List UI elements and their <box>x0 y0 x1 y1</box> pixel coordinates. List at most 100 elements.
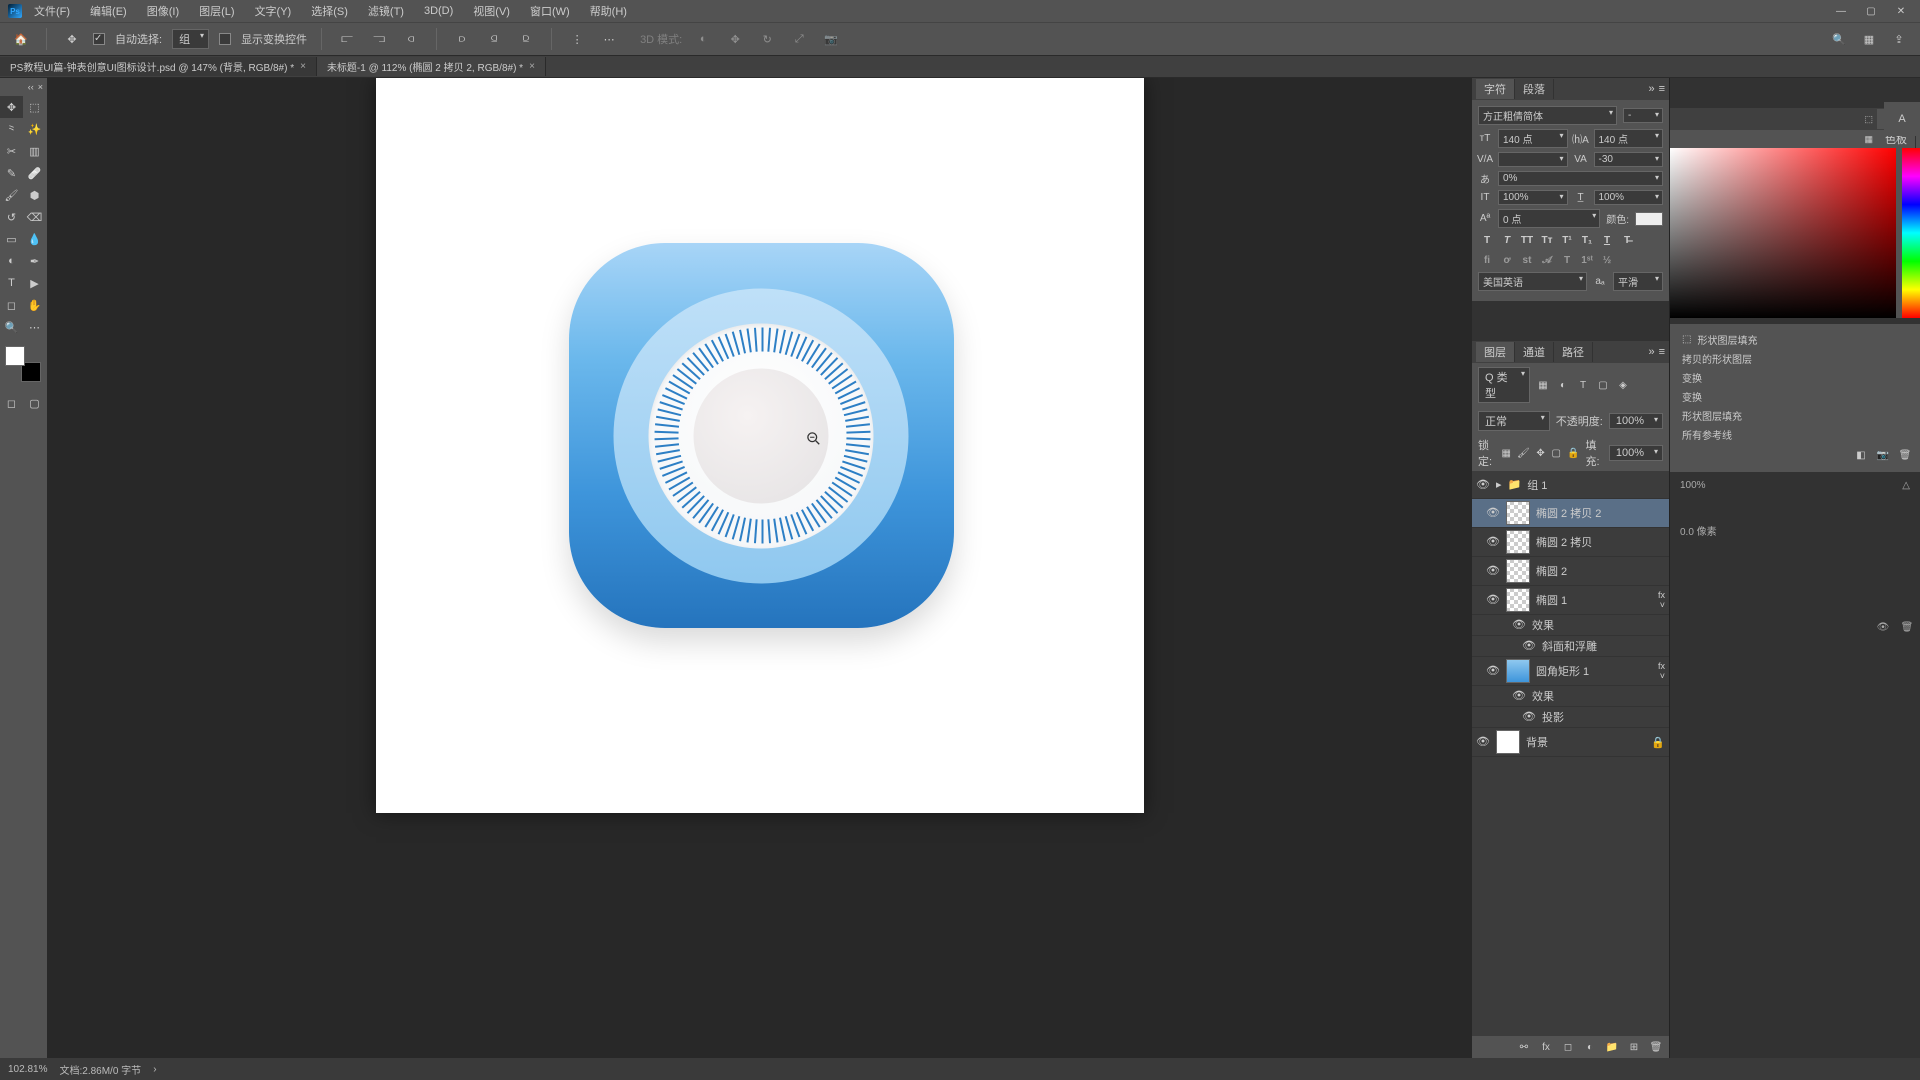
vscale-input[interactable]: 100% <box>1498 190 1568 205</box>
edit-toolbar[interactable]: ⋯ <box>23 316 46 338</box>
kerning-input[interactable] <box>1498 152 1568 167</box>
align-hcenter-icon[interactable]: ⫎ <box>368 28 390 50</box>
visibility-icon[interactable]: 👁 <box>1522 710 1536 724</box>
visibility-icon[interactable]: 👁 <box>1476 478 1490 492</box>
menu-3d[interactable]: 3D(D) <box>416 3 461 19</box>
ot-ordinal-button[interactable]: 1ˢᵗ <box>1578 252 1596 268</box>
text-color-swatch[interactable] <box>1635 212 1663 226</box>
quickmask-tool[interactable]: ◻ <box>0 392 23 414</box>
workspace-icon[interactable]: ▦ <box>1858 28 1880 50</box>
allcaps-button[interactable]: TT <box>1518 232 1536 248</box>
character-panel-icon[interactable]: A <box>1891 108 1913 130</box>
align-vcenter-icon[interactable]: ⫑ <box>483 28 505 50</box>
layer-fx-icon[interactable]: fx ˅ <box>1651 590 1665 610</box>
align-top-icon[interactable]: ⫐ <box>451 28 473 50</box>
layers-collapse-icon[interactable]: » <box>1648 346 1654 358</box>
type-tool[interactable]: T <box>0 272 23 294</box>
history-new-icon[interactable]: 📷 <box>1876 448 1890 462</box>
new-group-button[interactable]: 📁 <box>1605 1040 1619 1054</box>
dodge-tool[interactable]: ◐ <box>0 250 23 272</box>
baseline-input[interactable]: 0 点 <box>1498 209 1600 228</box>
hand-tool[interactable]: ✋ <box>23 294 46 316</box>
ot-fraction-button[interactable]: ½ <box>1598 252 1616 268</box>
antialiasing-dropdown[interactable]: 平滑 <box>1613 272 1663 291</box>
visibility-icon[interactable]: 👁 <box>1486 506 1500 520</box>
shape-tool[interactable]: ◻ <box>0 294 23 316</box>
window-minimize[interactable]: — <box>1830 4 1852 18</box>
superscript-button[interactable]: T¹ <box>1558 232 1576 248</box>
marquee-tool[interactable]: ⬚ <box>23 96 46 118</box>
tab-0-close[interactable]: × <box>300 61 306 72</box>
tsume-input[interactable]: 0% <box>1498 171 1663 186</box>
layer-thumbnail[interactable] <box>1496 730 1520 754</box>
layer-ellipse2-copy[interactable]: 👁 椭圆 2 拷贝 <box>1472 528 1669 557</box>
link-layers-icon[interactable]: ⚯ <box>1517 1040 1531 1054</box>
filter-pixel-icon[interactable]: ▦ <box>1536 378 1550 392</box>
tab-character[interactable]: 字符 <box>1476 79 1515 99</box>
layer-filter-dropdown[interactable]: Q 类型 <box>1478 367 1530 403</box>
lock-pixels-icon[interactable]: 🖌 <box>1517 446 1530 460</box>
zoom-tool[interactable]: 🔍 <box>0 316 23 338</box>
history-delete-icon[interactable]: 🗑 <box>1898 448 1912 462</box>
move-tool[interactable]: ✥ <box>0 96 23 118</box>
align-right-icon[interactable]: ⫏ <box>400 28 422 50</box>
layer-name[interactable]: 组 1 <box>1527 477 1547 493</box>
magic-wand-tool[interactable]: ✨ <box>23 118 46 140</box>
tab-channels[interactable]: 通道 <box>1515 342 1554 362</box>
history-brush-tool[interactable]: ↺ <box>0 206 23 228</box>
layers-menu-icon[interactable]: ≡ <box>1659 346 1665 358</box>
gradient-tool[interactable]: ▭ <box>0 228 23 250</box>
layers-list[interactable]: 👁 ▸ 📁 组 1 👁 椭圆 2 拷贝 2 👁 椭圆 2 拷贝 <box>1472 471 1669 1036</box>
visibility-icon[interactable]: 👁 <box>1486 535 1500 549</box>
layer-name[interactable]: 圆角矩形 1 <box>1536 663 1589 679</box>
history-item[interactable]: 变换 <box>1676 387 1914 406</box>
layer-ellipse2[interactable]: 👁 椭圆 2 <box>1472 557 1669 586</box>
layer-fx-item-2[interactable]: 👁 投影 <box>1472 707 1669 728</box>
layer-background[interactable]: 👁 背景 🔒 <box>1472 728 1669 757</box>
filter-smart-icon[interactable]: ◈ <box>1616 378 1630 392</box>
eraser-tool[interactable]: ⌫ <box>23 206 46 228</box>
status-zoom[interactable]: 102.81% <box>8 1064 47 1075</box>
layer-thumbnail[interactable] <box>1506 501 1530 525</box>
fill-input[interactable]: 100% <box>1609 445 1663 461</box>
toolbar-close-icon[interactable]: × <box>38 82 43 92</box>
font-style-dropdown[interactable]: - <box>1623 108 1663 123</box>
layer-thumbnail[interactable] <box>1506 530 1530 554</box>
layer-name[interactable]: 椭圆 1 <box>1536 592 1567 608</box>
history-item[interactable]: 拷贝的形状图层 <box>1676 349 1914 368</box>
crop-tool[interactable]: ✂ <box>0 140 23 162</box>
panel-collapse-icon[interactable]: » <box>1648 83 1654 95</box>
align-bottom-icon[interactable]: ⫒ <box>515 28 537 50</box>
panel-menu-icon[interactable]: ≡ <box>1659 83 1665 95</box>
window-restore[interactable]: ▢ <box>1860 4 1882 18</box>
adjustment-layer-button[interactable]: ◐ <box>1583 1040 1597 1054</box>
history-item[interactable]: ⬚形状图层填充 <box>1676 330 1914 349</box>
search-icon[interactable]: 🔍 <box>1828 28 1850 50</box>
color-saturation-field[interactable] <box>1670 148 1896 318</box>
swatch-toggle-icon[interactable]: ⬚ <box>1864 114 1873 125</box>
layer-name[interactable]: 椭圆 2 <box>1536 563 1567 579</box>
toolbar-collapse-icon[interactable]: ‹‹ <box>28 82 34 92</box>
italic-button[interactable]: T <box>1498 232 1516 248</box>
ot-script-button[interactable]: 𝒜 <box>1538 252 1556 268</box>
status-arrow-icon[interactable]: › <box>153 1064 156 1075</box>
tab-paths[interactable]: 路径 <box>1554 342 1593 362</box>
slice-tool[interactable]: ▥ <box>23 140 46 162</box>
leading-input[interactable]: 140 点 <box>1594 129 1664 148</box>
history-item[interactable]: 形状图层填充 <box>1676 406 1914 425</box>
ot-swash-button[interactable]: ơ <box>1498 252 1516 268</box>
history-snapshot-icon[interactable]: ◧ <box>1854 448 1868 462</box>
tab-paragraph[interactable]: 段落 <box>1515 79 1554 99</box>
strikethrough-button[interactable]: T̶ <box>1618 232 1636 248</box>
tab-1[interactable]: 未标题-1 @ 112% (椭圆 2 拷贝 2, RGB/8#) * × <box>317 57 546 76</box>
brush-tool[interactable]: 🖌 <box>0 184 23 206</box>
canvas-area[interactable] <box>47 78 1472 1058</box>
ot-fi-button[interactable]: fi <box>1478 252 1496 268</box>
lock-position-icon[interactable]: ✥ <box>1536 446 1546 460</box>
layer-thumbnail[interactable] <box>1506 659 1530 683</box>
layer-fx-item[interactable]: 👁 斜面和浮雕 <box>1472 636 1669 657</box>
menu-window[interactable]: 窗口(W) <box>522 1 578 21</box>
history-item[interactable]: 所有参考线 <box>1676 425 1914 444</box>
font-size-input[interactable]: 140 点 <box>1498 129 1568 148</box>
visibility-icon[interactable]: 👁 <box>1486 564 1500 578</box>
